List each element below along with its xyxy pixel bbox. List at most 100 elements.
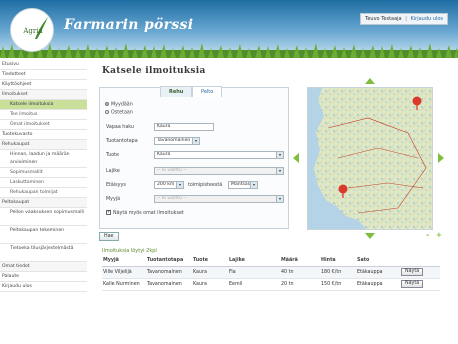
variety-value: -- ei valittu -- [157, 168, 187, 173]
cell-production: Tavanomainen [146, 266, 192, 279]
seller-select[interactable]: -- ei valittu -- ▾ [154, 195, 284, 203]
product-label: Tuote [106, 153, 120, 158]
col-seller: Myyjä [102, 256, 146, 267]
separator: | [405, 16, 407, 22]
col-product: Tuote [192, 256, 228, 267]
quick-search-input[interactable]: Kaura [154, 123, 214, 131]
sidebar-item-peltokaupan-tekeminen[interactable]: Peltokaupan tekeminen [0, 226, 87, 244]
sidebar-item-pellon-sopimusmalli[interactable]: Pellon vaaksuksen sopimusmalli [0, 208, 87, 226]
logout-link[interactable]: Kirjaudu ulos [411, 16, 444, 22]
results-count: Ilmoituksia löytyi 2kpl [102, 248, 157, 254]
radio-ostetaan[interactable]: Ostetaan [105, 110, 133, 116]
radio-myydaan[interactable]: Myydään [105, 102, 133, 108]
cell-action: Näytä [400, 266, 440, 279]
cell-product: Kaura [192, 266, 228, 279]
seller-value: -- ei valittu -- [157, 196, 187, 201]
app-title: Farmarin pörssi [64, 17, 194, 33]
tab-rehu[interactable]: Rehu [160, 86, 193, 97]
tab-pelto[interactable]: Pelto [192, 86, 223, 97]
sidebar-item-hinnan-arvioiminen[interactable]: Hinnan, laadun ja määrän arvioiminen [0, 150, 87, 168]
sidebar-item-etusivu[interactable]: Etusivu [0, 60, 87, 70]
logo-text: Agria [23, 27, 43, 35]
map-view[interactable] [307, 87, 433, 230]
sidebar-item-omat-tiedot[interactable]: Omat tiedot [0, 262, 87, 272]
sidebar-item-kirjaudu-ulos[interactable]: Kirjaudu ulos [0, 282, 87, 292]
pan-right-icon[interactable] [438, 153, 444, 163]
cell-amount: 20 tn [280, 278, 320, 291]
cell-price: 150 €/tn [320, 278, 356, 291]
sidebar-item-tuotekuvasto[interactable]: Tuotekuvasto [0, 130, 87, 140]
sidebar-item-rehukaupat[interactable]: Rehukaupat [0, 140, 87, 150]
sidebar-item-tee-ilmoitus[interactable]: Tee ilmoitus [0, 110, 87, 120]
sidebar-item-katsele-ilmoituksia[interactable]: Katsele ilmoituksia [0, 100, 87, 110]
distance-unit-label: toimipisteestä [188, 183, 223, 188]
product-select[interactable]: Kaura ▾ [154, 151, 284, 159]
zoom-in-icon[interactable]: + [436, 232, 442, 239]
chevron-down-icon: ▾ [276, 196, 283, 202]
app-header: Agria Farmarin pörssi Teuvo Testaaja | K… [0, 0, 458, 58]
show-own-checkbox[interactable]: Näytä myös omat ilmoitukset [106, 209, 184, 216]
cell-product: Kaura [192, 278, 228, 291]
grass-decoration [0, 43, 458, 58]
chevron-down-icon: ▾ [176, 182, 183, 188]
sidebar-item-peltokaupat[interactable]: Peltokaupat [0, 198, 87, 208]
distance-select[interactable]: 200 km ▾ [154, 181, 184, 189]
col-action [400, 256, 440, 267]
sidebar-item-laskuttaminen[interactable]: Laskuttaminen [0, 178, 87, 188]
zoom-out-icon[interactable]: – [426, 232, 430, 239]
radio-label: Ostetaan [111, 110, 133, 116]
col-production: Tuotantotapa [146, 256, 192, 267]
pan-down-icon[interactable] [365, 233, 375, 239]
seller-label: Myyjä [106, 197, 121, 202]
product-value: Kaura [157, 152, 171, 157]
sidebar-item-rehukaupan-toimijat[interactable]: Rehukaupan toimijat [0, 188, 87, 198]
sidebar-item-kayttoohjeet[interactable]: Käyttöohjeet [0, 80, 87, 90]
agria-logo[interactable]: Agria [10, 8, 54, 52]
cell-production: Tavanomainen [146, 278, 192, 291]
cell-harvest: Etäkauppa [356, 266, 400, 279]
user-name: Teuvo Testaaja [365, 16, 402, 22]
cell-harvest: Etäkauppa [356, 278, 400, 291]
cell-seller: Ville Viljelijä [102, 266, 146, 279]
chevron-down-icon: ▾ [250, 182, 257, 188]
sidebar-nav: Etusivu Tiedotteet Käyttöohjeet Ilmoituk… [0, 60, 87, 292]
show-own-label: Näytä myös omat ilmoitukset [113, 211, 184, 216]
col-variety: Lajike [228, 256, 280, 267]
location-value: Mäntsälä [231, 182, 252, 187]
cell-price: 180 €/tn [320, 266, 356, 279]
chevron-down-icon: ▾ [192, 138, 199, 144]
show-button[interactable]: Näytä [401, 280, 424, 288]
distance-label: Etäisyys [106, 183, 126, 188]
sidebar-item-ilmoitukset[interactable]: Ilmoitukset [0, 90, 87, 100]
pan-left-icon[interactable] [293, 153, 299, 163]
sidebar-item-tilusjarjestelma[interactable]: Tietoeka tilusjärjestelmästä [0, 244, 87, 262]
cell-amount: 40 tn [280, 266, 320, 279]
production-value: Tavanomainen [157, 138, 191, 143]
pan-up-icon[interactable] [365, 78, 375, 84]
map-marker-icon[interactable] [412, 96, 422, 110]
location-select[interactable]: Mäntsälä ▾ [228, 181, 258, 189]
sidebar-item-palaute[interactable]: Palaute [0, 272, 87, 282]
cell-variety: Eemil [228, 278, 280, 291]
results-table: Myyjä Tuotantotapa Tuote Lajike Määrä Hi… [102, 256, 440, 291]
variety-select[interactable]: -- ei valittu -- ▾ [154, 167, 284, 175]
chevron-down-icon: ▾ [276, 168, 283, 174]
show-button[interactable]: Näytä [401, 268, 424, 276]
radio-empty-icon [105, 110, 109, 114]
col-harvest: Sato [356, 256, 400, 267]
radio-selected-icon [105, 102, 109, 106]
sidebar-item-tiedotteet[interactable]: Tiedotteet [0, 70, 87, 80]
cell-seller: Kalle Nurminen [102, 278, 146, 291]
sidebar-item-sopimusmallit[interactable]: Sopimusmallit [0, 168, 87, 178]
sidebar-item-omat-ilmoitukset[interactable]: Omat ilmoitukset [0, 120, 87, 130]
variety-label: Lajike [106, 169, 120, 174]
cell-action: Näytä [400, 278, 440, 291]
table-header-row: Myyjä Tuotantotapa Tuote Lajike Määrä Hi… [102, 256, 440, 267]
search-button[interactable]: Hae [99, 232, 119, 241]
table-row: Ville Viljelijä Tavanomainen Kaura Fia 4… [102, 266, 440, 279]
production-select[interactable]: Tavanomainen ▾ [154, 137, 200, 145]
map-marker-icon[interactable] [338, 184, 348, 198]
table-row: Kalle Nurminen Tavanomainen Kaura Eemil … [102, 278, 440, 291]
quick-search-label: Vapaa haku [106, 125, 134, 130]
chevron-down-icon: ▾ [276, 152, 283, 158]
